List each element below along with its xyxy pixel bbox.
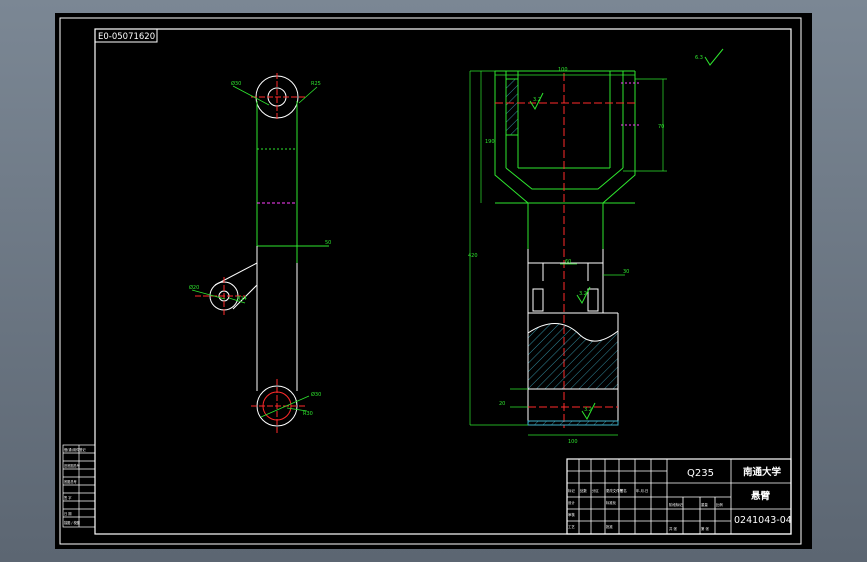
svg-text:分区: 分区 (592, 488, 599, 493)
dim-hole-bot-b: R30 (303, 411, 313, 417)
dim-hole-mid-b: R14 (237, 296, 247, 302)
svg-text:借(通)用件登记: 借(通)用件登记 (64, 447, 86, 452)
dim-hole-top-a: Ø30 (231, 80, 241, 87)
dim-bottom-small: 20 (499, 401, 505, 407)
dim-right-height: 70 (658, 124, 664, 130)
svg-text:审核: 审核 (568, 512, 575, 517)
roughness-c: 3.2 (584, 407, 592, 413)
svg-text:日 期: 日 期 (64, 511, 71, 516)
corner-code: E0-05071620 (98, 32, 155, 42)
svg-text:标记: 标记 (568, 488, 575, 493)
drawing-number: 0241043-04 (734, 515, 792, 526)
svg-text:底图总号: 底图总号 (64, 479, 77, 484)
svg-text:阶段标记: 阶段标记 (669, 502, 683, 507)
dim-rod-width: 50 (325, 240, 331, 246)
svg-text:年.月.日: 年.月.日 (636, 488, 648, 493)
svg-text:批准: 批准 (606, 524, 613, 529)
svg-text:设计: 设计 (568, 500, 575, 505)
dim-hole-bot-a: Ø30 (311, 391, 321, 398)
left-side-table-labels: 借(通)用件登记 旧底图总号 底图总号 签 字 日 期 描图 / 校图 (64, 447, 86, 525)
general-roughness: 6.3 (695, 55, 703, 61)
dim-left-height: 190 (485, 139, 495, 145)
engineering-drawing[interactable]: E0-05071620 Ø30 R25 50 Ø20 R14 Ø30 R30 1… (55, 13, 812, 549)
school-name: 南通大学 (743, 466, 782, 478)
svg-text:第 张: 第 张 (701, 526, 709, 531)
dim-rod-b: 30 (623, 269, 629, 275)
dim-total-height: 420 (468, 253, 478, 259)
dim-hole-mid-a: Ø20 (189, 284, 199, 291)
sheet-outer-border (59, 17, 802, 545)
svg-text:处数: 处数 (580, 488, 587, 493)
cad-viewport[interactable]: E0-05071620 Ø30 R25 50 Ø20 R14 Ø30 R30 1… (55, 13, 812, 549)
arm-dimension-labels: Ø30 R25 50 Ø20 R14 Ø30 R30 (189, 80, 331, 417)
part-name: 悬臂 (750, 490, 771, 502)
svg-text:共 张: 共 张 (669, 526, 677, 531)
svg-text:标准化: 标准化 (606, 500, 617, 505)
section-view[interactable] (469, 48, 724, 436)
sheet-inner-border (94, 28, 792, 535)
svg-text:描图 / 校图: 描图 / 校图 (64, 520, 80, 525)
dim-bottom-width: 100 (568, 439, 578, 445)
svg-text:工艺: 工艺 (568, 524, 575, 529)
material-label: Q235 (687, 468, 714, 479)
dim-top-width: 100 (558, 67, 568, 73)
svg-text:签名: 签名 (620, 488, 627, 493)
svg-text:旧底图总号: 旧底图总号 (64, 463, 80, 468)
dim-slot: 60 (565, 259, 571, 265)
roughness-a: 3.2 (533, 97, 541, 103)
arm-left-view[interactable] (191, 73, 329, 433)
svg-text:重量: 重量 (701, 502, 708, 507)
roughness-b: 3.2 (579, 291, 587, 297)
svg-text:比例: 比例 (716, 502, 723, 507)
dim-hole-top-b: R25 (311, 81, 321, 87)
corner-code-box: E0-05071620 (94, 28, 158, 43)
svg-text:签 字: 签 字 (64, 495, 71, 500)
